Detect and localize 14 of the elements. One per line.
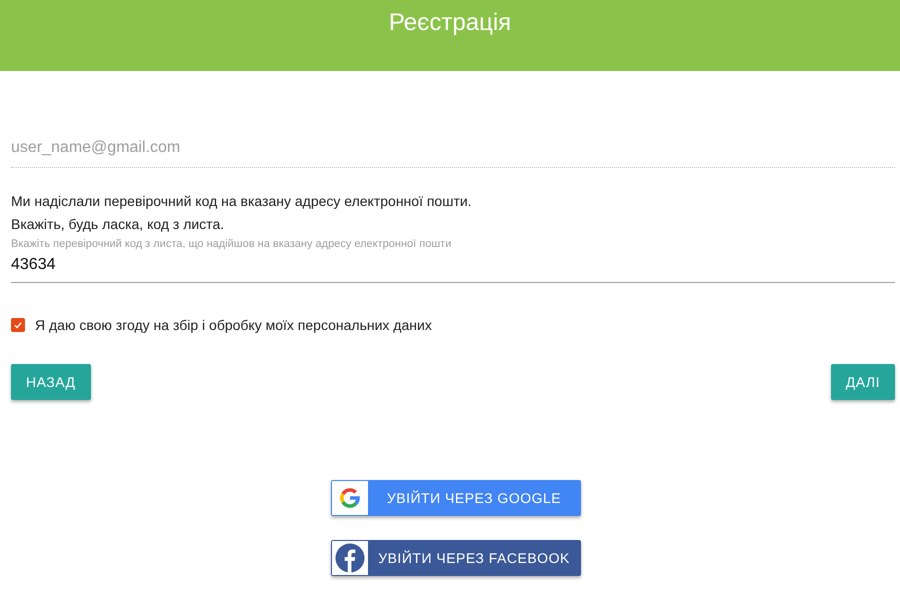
- facebook-login-button[interactable]: УВІЙТИ ЧЕРЕЗ FACEBOOK: [331, 540, 581, 576]
- consent-label: Я даю свою згоду на збір і обробку моїх персональних даних: [35, 317, 432, 333]
- g-logo-icon: [338, 486, 362, 510]
- page-title: Реєстрація: [388, 8, 512, 38]
- back-button[interactable]: НАЗАД: [11, 364, 91, 400]
- next-button[interactable]: ДАЛІ: [830, 364, 895, 400]
- code-field[interactable]: 43634: [11, 252, 895, 283]
- f-logo-icon: [335, 543, 365, 573]
- info-text: Вкажіть, будь ласка, код з листа.: [11, 215, 226, 234]
- google-login-button[interactable]: УВІЙТИ ЧЕРЕЗ GOOGLE: [331, 480, 581, 516]
- info-text: Ми надіслали перевірочний код на вказану адресу електронної пошти.: [11, 192, 473, 211]
- code-field-label: Вкажіть перевірочний код з листа, що надійшов на вказану адресу електронної пошти: [11, 237, 452, 252]
- email-field[interactable]: user_name@gmail.com: [11, 135, 895, 168]
- consent-checkbox[interactable]: [11, 318, 25, 332]
